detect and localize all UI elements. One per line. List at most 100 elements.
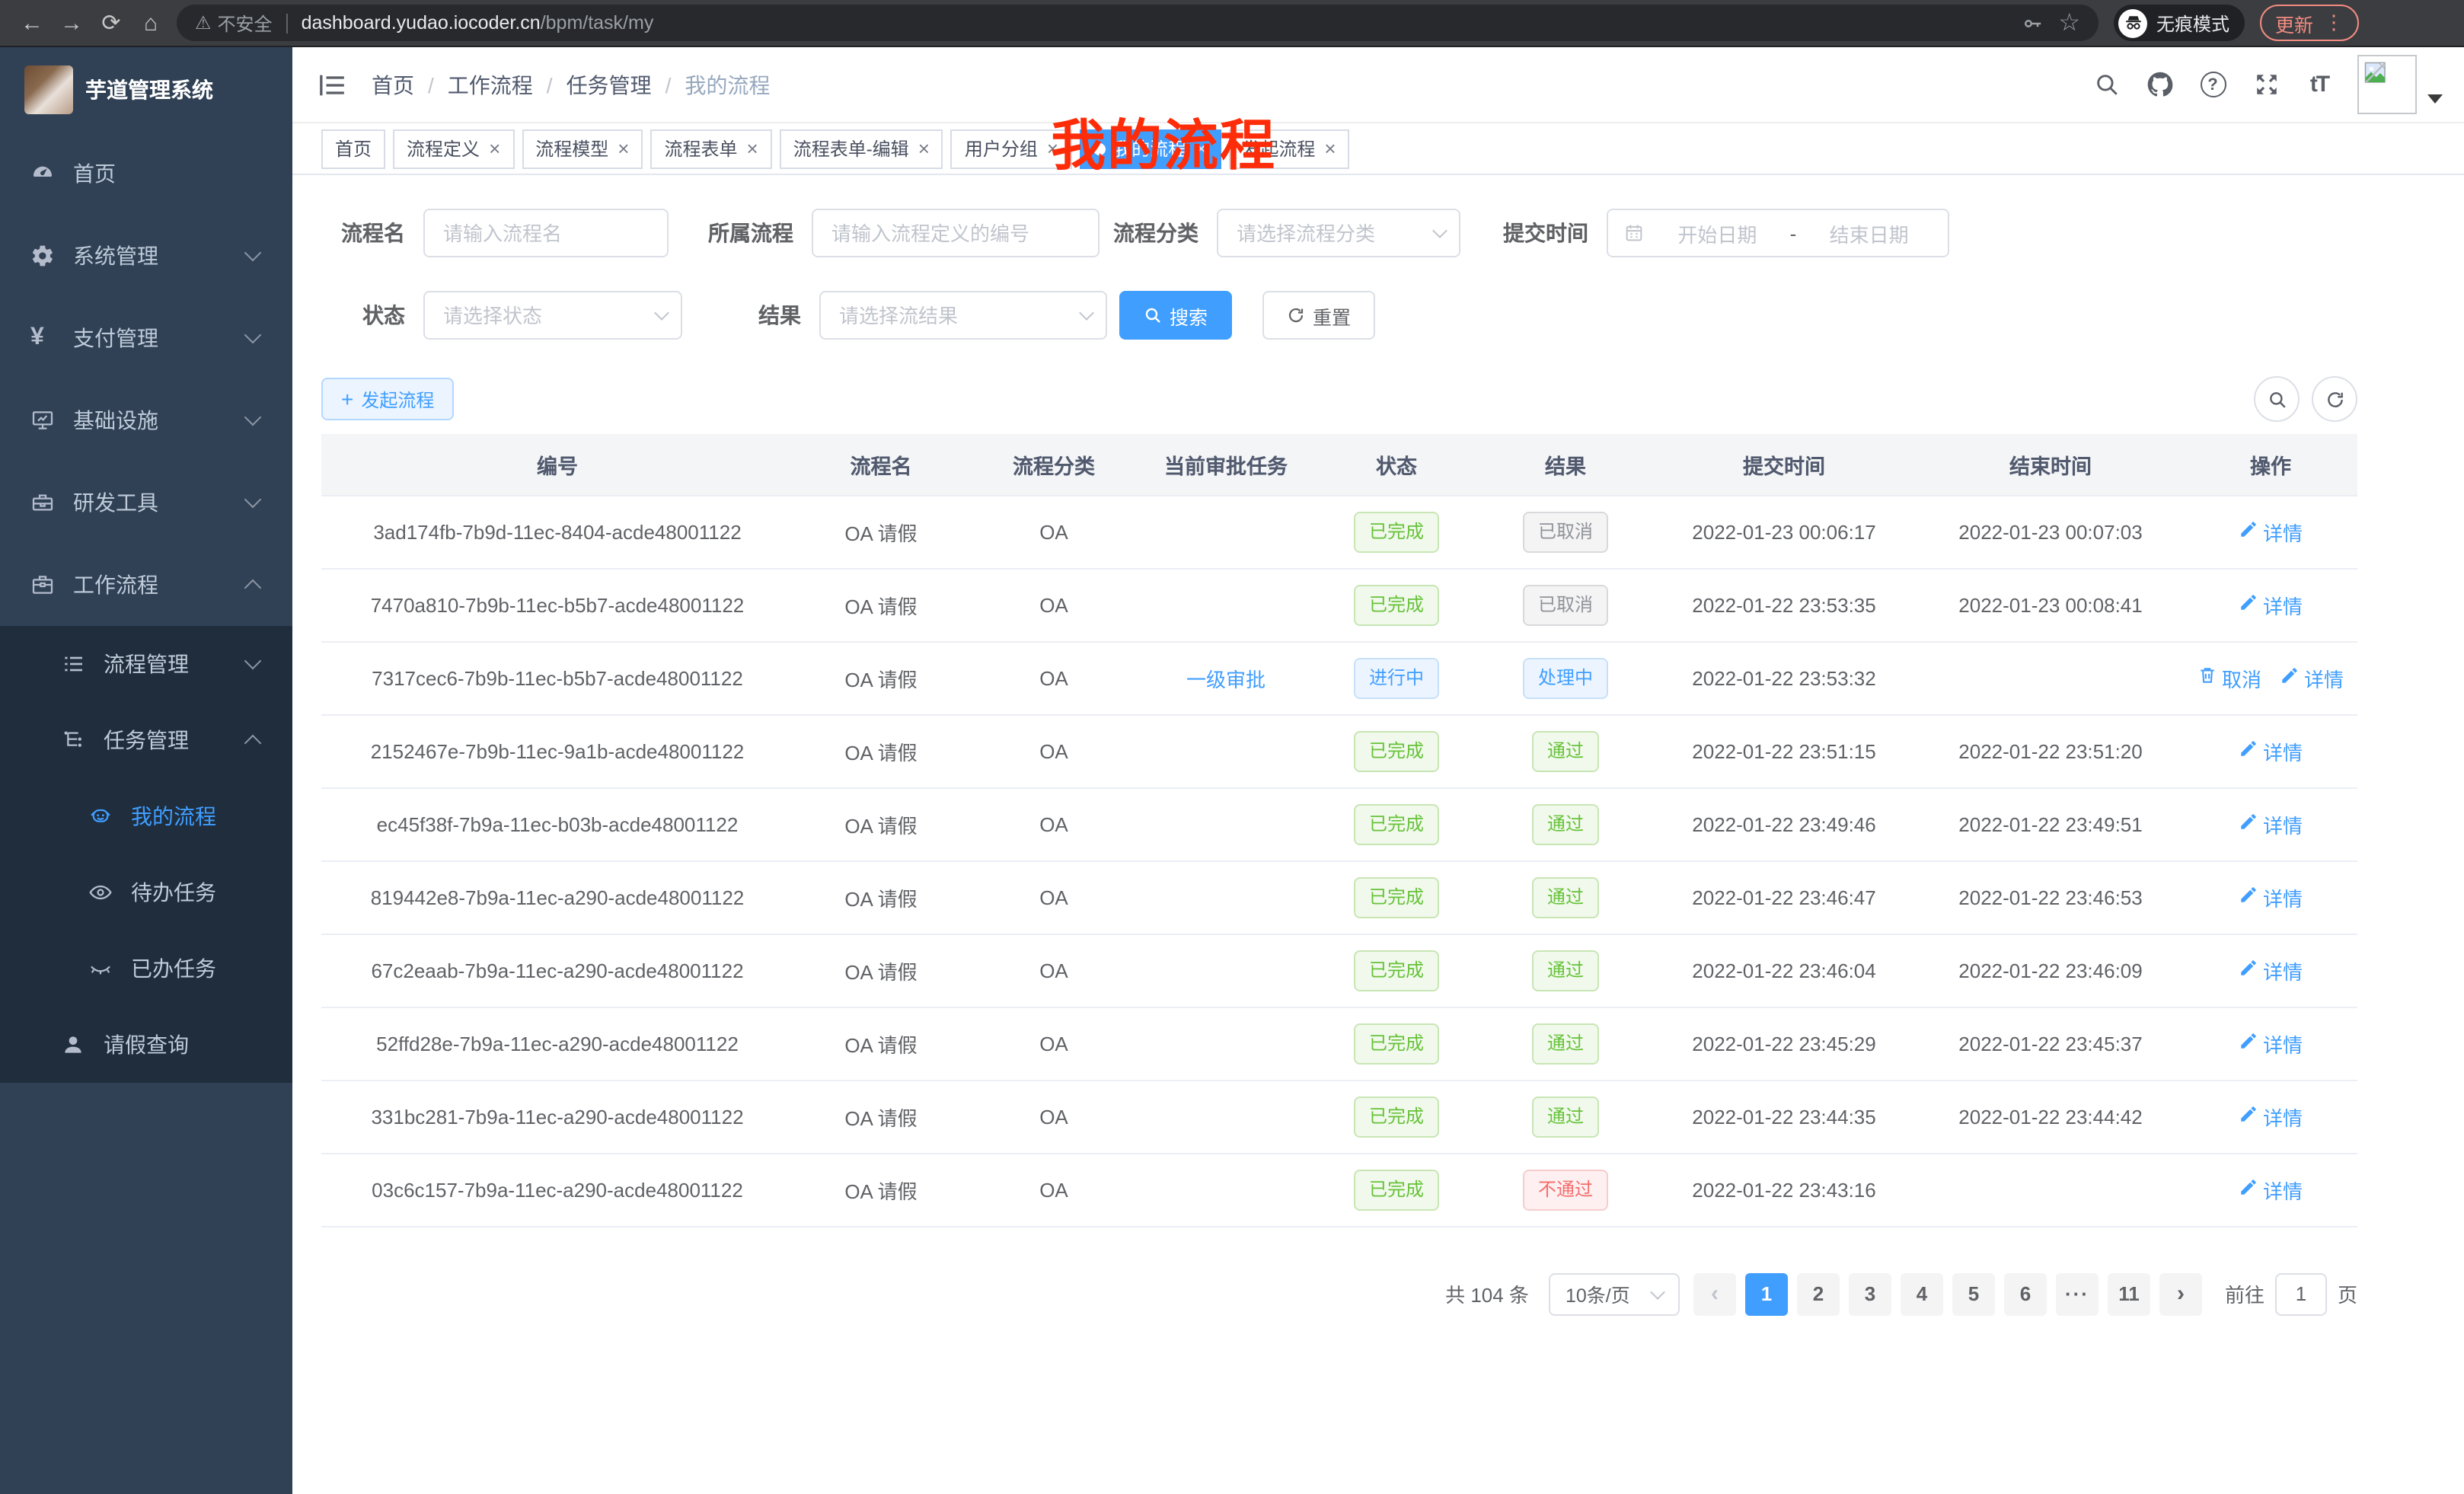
action-detail-link[interactable]: 详情	[2239, 736, 2303, 765]
action-detail-link[interactable]: 详情	[2239, 1029, 2303, 1058]
cell-category: OA	[969, 641, 1139, 714]
status-select[interactable]	[423, 291, 682, 340]
action-detail-link[interactable]: 详情	[2239, 883, 2303, 911]
close-icon[interactable]: ×	[489, 139, 500, 158]
page-button-6[interactable]: 6	[2004, 1272, 2047, 1315]
address-bar[interactable]: ⚠ 不安全 dashboard.yudao.iocoder.cn/bpm/tas…	[177, 5, 2099, 41]
tab-1[interactable]: 流程定义×	[393, 129, 514, 168]
action-detail-link[interactable]: 详情	[2239, 1175, 2303, 1204]
action-detail-link[interactable]: 详情	[2239, 809, 2303, 838]
page-size-select[interactable]: 10条/页	[1549, 1272, 1680, 1315]
prev-page-button[interactable]: ‹	[1693, 1272, 1736, 1315]
end-date-placeholder[interactable]: 结束日期	[1805, 219, 1933, 247]
sidebar-item-3[interactable]: 基础设施	[0, 379, 292, 461]
action-detail-link[interactable]: 详情	[2239, 1102, 2303, 1131]
password-key-icon[interactable]	[2020, 11, 2043, 34]
page-button-4[interactable]: 4	[1901, 1272, 1943, 1315]
close-icon[interactable]: ×	[618, 139, 629, 158]
help-icon[interactable]: ?	[2199, 71, 2226, 98]
page-button-3[interactable]: 3	[1849, 1272, 1891, 1315]
tab-6[interactable]: 我的流程×	[1080, 129, 1221, 168]
action-detail-link[interactable]: 详情	[2239, 590, 2303, 619]
tab-4[interactable]: 流程表单-编辑×	[780, 129, 943, 168]
sidebar-item-5[interactable]: 工作流程	[0, 544, 292, 626]
cell-process-id: 03c6c157-7b9a-11ec-a290-acde48001122	[321, 1153, 793, 1226]
start-date-placeholder[interactable]: 开始日期	[1654, 219, 1781, 247]
cell-actions: 详情	[2184, 860, 2357, 934]
tab-5[interactable]: 用户分组×	[951, 129, 1072, 168]
browser-reload-icon[interactable]: ⟳	[91, 11, 131, 34]
fullscreen-icon[interactable]	[2252, 71, 2280, 98]
action-detail-link[interactable]: 详情	[2280, 663, 2344, 692]
bookmark-star-icon[interactable]: ☆	[2058, 8, 2080, 38]
current-task-link[interactable]: 一级审批	[1186, 668, 1266, 691]
page-button-1[interactable]: 1	[1745, 1272, 1788, 1315]
reset-button[interactable]: 重置	[1262, 291, 1375, 340]
sidebar-item-2[interactable]: ¥支付管理	[0, 297, 292, 379]
tab-3[interactable]: 流程表单×	[650, 129, 771, 168]
sidebar-item-11[interactable]: 请假查询	[0, 1007, 292, 1083]
sidebar-item-9[interactable]: 待办任务	[0, 854, 292, 931]
cell-process-id: 819442e8-7b9a-11ec-a290-acde48001122	[321, 860, 793, 934]
process-definition-input[interactable]	[812, 209, 1100, 257]
close-icon[interactable]: ×	[1195, 139, 1207, 158]
more-pages-button[interactable]: ···	[2056, 1272, 2099, 1315]
sidebar-fold-icon[interactable]	[317, 69, 347, 100]
avatar-dropdown-caret[interactable]	[2427, 94, 2443, 103]
breadcrumb-item[interactable]: 首页	[372, 69, 414, 100]
sidebar-item-10[interactable]: 已办任务	[0, 931, 292, 1007]
close-icon[interactable]: ×	[1047, 139, 1058, 158]
security-warning[interactable]: ⚠ 不安全	[195, 10, 273, 36]
header-search-icon[interactable]	[2092, 71, 2120, 98]
user-avatar[interactable]	[2357, 55, 2417, 114]
sidebar-item-7[interactable]: 任务管理	[0, 702, 292, 778]
sidebar-item-4[interactable]: 研发工具	[0, 461, 292, 544]
search-button[interactable]: 搜索	[1119, 291, 1232, 340]
action-detail-link[interactable]: 详情	[2239, 517, 2303, 546]
page-button-11[interactable]: 11	[2108, 1272, 2150, 1315]
font-size-icon[interactable]: tT	[2306, 71, 2333, 98]
action-cancel-link[interactable]: 取消	[2197, 663, 2261, 692]
page-button-2[interactable]: 2	[1797, 1272, 1840, 1315]
tab-0[interactable]: 首页	[321, 129, 385, 168]
browser-forward-icon[interactable]: →	[52, 11, 91, 34]
sidebar-item-8[interactable]: 我的流程	[0, 778, 292, 854]
breadcrumb-separator: /	[428, 72, 434, 97]
goto-page-input[interactable]	[2275, 1272, 2327, 1315]
sidebar-item-1[interactable]: 系统管理	[0, 215, 292, 297]
breadcrumb-item[interactable]: 工作流程	[448, 69, 533, 100]
cell-process-name: OA 请假	[793, 1007, 969, 1080]
browser-home-icon[interactable]: ⌂	[131, 11, 171, 34]
tab-2[interactable]: 流程模型×	[522, 129, 643, 168]
refresh-table-button[interactable]	[2312, 376, 2357, 422]
cell-status: 已完成	[1313, 934, 1480, 1007]
chevron-down-icon	[244, 244, 262, 262]
action-detail-link[interactable]: 详情	[2239, 956, 2303, 985]
close-icon[interactable]: ×	[1324, 139, 1336, 158]
browser-menu-icon[interactable]: ⋮	[2324, 11, 2344, 35]
category-select[interactable]	[1217, 209, 1460, 257]
create-process-button[interactable]: + 发起流程	[321, 378, 454, 420]
close-icon[interactable]: ×	[747, 139, 758, 158]
sidebar-item-6[interactable]: 流程管理	[0, 626, 292, 702]
app-logo[interactable]: 芋道管理系统	[0, 47, 292, 132]
sidebar-item-0[interactable]: 首页	[0, 132, 292, 215]
browser-back-icon[interactable]: ←	[12, 11, 52, 34]
tab-7[interactable]: 发起流程×	[1228, 129, 1349, 168]
column-header: 结果	[1480, 434, 1651, 495]
active-tab-dot	[1093, 142, 1106, 155]
breadcrumb-item[interactable]: 任务管理	[567, 69, 652, 100]
toggle-search-button[interactable]	[2254, 376, 2300, 422]
incognito-badge: 无痕模式	[2114, 5, 2245, 41]
process-name-input[interactable]	[423, 209, 669, 257]
table-row: 819442e8-7b9a-11ec-a290-acde48001122OA 请…	[321, 860, 2357, 934]
robot-icon	[88, 804, 113, 828]
browser-update-button[interactable]: 更新 ⋮	[2260, 5, 2359, 41]
submit-time-range-picker[interactable]: 开始日期 - 结束日期	[1607, 209, 1949, 257]
action-label: 详情	[2263, 736, 2303, 765]
page-button-5[interactable]: 5	[1952, 1272, 1995, 1315]
github-icon[interactable]	[2146, 71, 2173, 98]
close-icon[interactable]: ×	[918, 139, 930, 158]
result-select[interactable]	[819, 291, 1107, 340]
next-page-button[interactable]: ›	[2159, 1272, 2202, 1315]
